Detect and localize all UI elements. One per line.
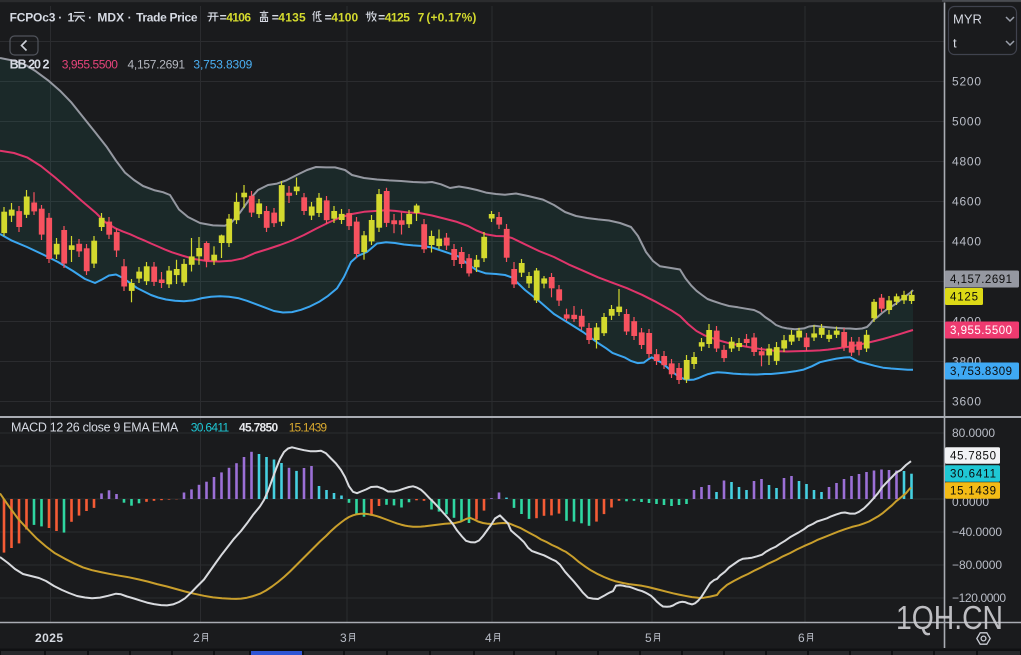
svg-text:2025: 2025 xyxy=(35,631,63,645)
svg-text:15.1439: 15.1439 xyxy=(289,421,328,435)
svg-text:4,157.2691: 4,157.2691 xyxy=(950,274,1012,286)
svg-text:MACD 12 26 close 9 EMA EMA: MACD 12 26 close 9 EMA EMA xyxy=(11,421,179,435)
svg-text:BB 20 2: BB 20 2 xyxy=(10,57,50,71)
svg-text:·: · xyxy=(128,11,132,25)
svg-text:2: 2 xyxy=(193,631,200,645)
svg-text:·: · xyxy=(88,11,92,25)
svg-text:5200: 5200 xyxy=(952,75,981,89)
svg-text:3,955.5500: 3,955.5500 xyxy=(950,325,1012,337)
svg-text:15.1439: 15.1439 xyxy=(950,486,996,498)
svg-text:3600: 3600 xyxy=(952,395,981,409)
svg-text:(+0.17%): (+0.17%) xyxy=(426,11,476,25)
svg-text:5: 5 xyxy=(645,631,652,645)
svg-text:4,157.2691: 4,157.2691 xyxy=(128,57,186,71)
svg-text:1: 1 xyxy=(68,11,75,25)
svg-text:MDX: MDX xyxy=(97,11,124,25)
svg-text:4135: 4135 xyxy=(278,11,306,25)
svg-text:45.7850: 45.7850 xyxy=(950,451,996,463)
svg-text:4106: 4106 xyxy=(226,11,251,25)
svg-text:7: 7 xyxy=(418,11,425,25)
svg-text:3: 3 xyxy=(340,631,347,645)
svg-text:4: 4 xyxy=(485,631,492,645)
svg-text:30.6411: 30.6411 xyxy=(191,421,230,435)
svg-text:4400: 4400 xyxy=(952,235,981,249)
svg-text:·: · xyxy=(58,11,62,25)
svg-text:4600: 4600 xyxy=(952,195,981,209)
svg-text:4125: 4125 xyxy=(385,11,411,25)
svg-text:5000: 5000 xyxy=(952,115,981,129)
svg-text:3,955.5500: 3,955.5500 xyxy=(62,57,119,71)
svg-text:3,753.8309: 3,753.8309 xyxy=(193,57,252,71)
svg-text:6: 6 xyxy=(798,631,805,645)
svg-text:t: t xyxy=(953,36,957,51)
svg-text:4800: 4800 xyxy=(952,155,981,169)
svg-text:4125: 4125 xyxy=(950,292,978,304)
svg-text:3,753.8309: 3,753.8309 xyxy=(950,366,1012,378)
svg-text:MYR: MYR xyxy=(953,12,982,27)
svg-text:45.7850: 45.7850 xyxy=(239,421,279,435)
svg-text:4100: 4100 xyxy=(331,11,358,25)
svg-text:80.0000: 80.0000 xyxy=(952,426,995,440)
svg-text:30.6411: 30.6411 xyxy=(950,469,996,481)
svg-text:−80.0000: −80.0000 xyxy=(952,558,1002,572)
svg-text:−120.0000: −120.0000 xyxy=(952,591,1006,605)
svg-text:Trade Price: Trade Price xyxy=(136,11,198,25)
svg-text:FCPOc3: FCPOc3 xyxy=(10,11,56,25)
svg-text:−40.0000: −40.0000 xyxy=(952,525,1002,539)
